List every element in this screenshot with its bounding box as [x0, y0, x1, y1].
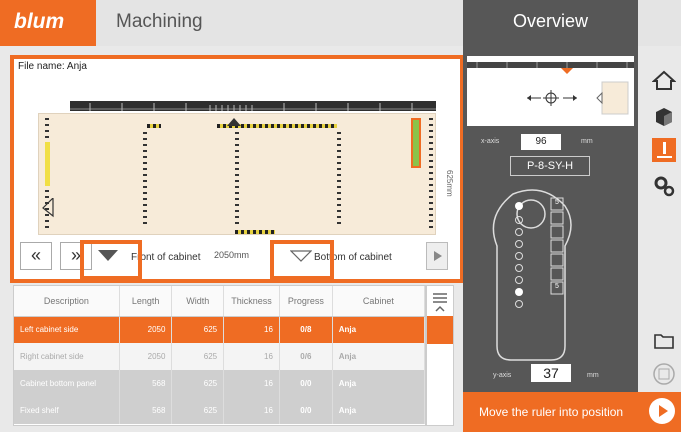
- cell-length: 568: [119, 397, 173, 424]
- col-progress[interactable]: Progress: [279, 286, 333, 317]
- scroll-thumb[interactable]: [427, 316, 453, 344]
- y-axis-input[interactable]: 37: [531, 364, 571, 382]
- cell-progress: 0/8: [279, 316, 333, 343]
- y-unit-label: mm: [587, 372, 599, 379]
- ruler-cursor-icon: [227, 118, 241, 126]
- col-length[interactable]: Length: [119, 286, 173, 317]
- hole-column-3: [235, 132, 239, 228]
- ruler-bar: [70, 101, 436, 111]
- overview-panel: x-axis 96 mm P-8-SY-H 5 5 y-axis 37 mm: [463, 46, 638, 392]
- file-name-label: File name: Anja: [18, 61, 87, 72]
- save-icon[interactable]: [652, 362, 676, 386]
- cell-description: Fixed shelf: [14, 397, 120, 424]
- front-highlight-box: [80, 240, 142, 280]
- bottom-highlight-box: [270, 240, 334, 280]
- first-item-button[interactable]: «: [20, 242, 52, 270]
- x-axis-input[interactable]: 96: [521, 134, 561, 150]
- green-marker-highlight: [411, 118, 421, 168]
- gear-icon[interactable]: [652, 174, 676, 198]
- page-title: Machining: [96, 0, 463, 46]
- folder-icon[interactable]: [652, 328, 676, 352]
- triangle-marker-icon: [42, 198, 54, 218]
- cell-thickness: 16: [223, 316, 280, 343]
- table-header-row: Description Length Width Thickness Progr…: [14, 286, 426, 317]
- cell-progress: 0/0: [279, 370, 333, 397]
- cell-width: 625: [171, 316, 225, 343]
- hinge-code-label: P-8-SY-H: [510, 156, 590, 176]
- hole-gauge-diagram: 5 5: [491, 186, 621, 364]
- cell-width: 625: [171, 370, 225, 397]
- blum-logo: blum: [0, 0, 96, 46]
- cabinet-icon[interactable]: [652, 104, 676, 128]
- cell-cabinet: Anja: [332, 370, 426, 397]
- play-icon: [659, 405, 668, 417]
- x-unit-label: mm: [581, 138, 593, 145]
- table-row[interactable]: Fixed shelf 568 625 16 0/0 Anja: [14, 397, 426, 424]
- cell-width: 625: [171, 397, 225, 424]
- cell-length: 2050: [119, 316, 173, 343]
- hole-group-bottom: [235, 230, 275, 234]
- slot-a-value: 5: [555, 199, 559, 206]
- yellow-marker-left: [45, 142, 50, 186]
- cell-cabinet: Anja: [332, 343, 426, 370]
- next-side-button[interactable]: [426, 242, 448, 270]
- cell-progress: 0/0: [279, 397, 333, 424]
- hole-column-right: [429, 118, 433, 228]
- col-width[interactable]: Width: [171, 286, 225, 317]
- col-thickness[interactable]: Thickness: [223, 286, 280, 317]
- cell-width: 625: [171, 343, 225, 370]
- y-axis-label: y-axis: [493, 372, 512, 379]
- table-row[interactable]: Left cabinet side 2050 625 16 0/8 Anja: [14, 316, 426, 343]
- cabinet-board: [38, 113, 436, 235]
- width-dimension-label: 2050mm: [214, 250, 250, 260]
- cell-cabinet: Anja: [332, 316, 426, 343]
- table-row[interactable]: Cabinet bottom panel 568 625 16 0/0 Anja: [14, 370, 426, 397]
- hole-column-4: [337, 132, 341, 228]
- x-axis-label: x-axis: [481, 138, 500, 145]
- cell-thickness: 16: [223, 343, 280, 370]
- side-dimension-label: 625mm: [445, 169, 454, 197]
- drill-icon[interactable]: [652, 138, 676, 162]
- panel-preview: File name: Anja 625mm « » Front of cabin…: [10, 55, 464, 283]
- right-sidebar: [638, 46, 681, 392]
- cell-progress: 0/6: [279, 343, 333, 370]
- cell-length: 568: [119, 370, 173, 397]
- cell-thickness: 16: [223, 370, 280, 397]
- table-row[interactable]: Right cabinet side 2050 625 16 0/6 Anja: [14, 343, 426, 370]
- panel-title: Overview: [463, 0, 638, 46]
- cell-description: Left cabinet side: [14, 316, 120, 343]
- col-description[interactable]: Description: [14, 286, 120, 317]
- cell-length: 2050: [119, 343, 173, 370]
- hole-group-1: [147, 124, 161, 128]
- home-icon[interactable]: [651, 68, 677, 92]
- position-preview: [467, 56, 634, 126]
- table-scrollbar[interactable]: [426, 285, 454, 426]
- slot-b-value: 5: [555, 283, 559, 290]
- cell-cabinet: Anja: [332, 397, 426, 424]
- cell-description: Cabinet bottom panel: [14, 370, 120, 397]
- hole-column-2: [143, 132, 147, 228]
- play-button[interactable]: [649, 398, 675, 424]
- parts-table: Description Length Width Thickness Progr…: [13, 285, 426, 426]
- col-cabinet[interactable]: Cabinet: [332, 286, 426, 317]
- cell-description: Right cabinet side: [14, 343, 120, 370]
- cell-thickness: 16: [223, 397, 280, 424]
- nav-row: « » Front of cabinet 2050mm Bottom of ca…: [14, 236, 460, 280]
- header-spacer: [638, 0, 681, 46]
